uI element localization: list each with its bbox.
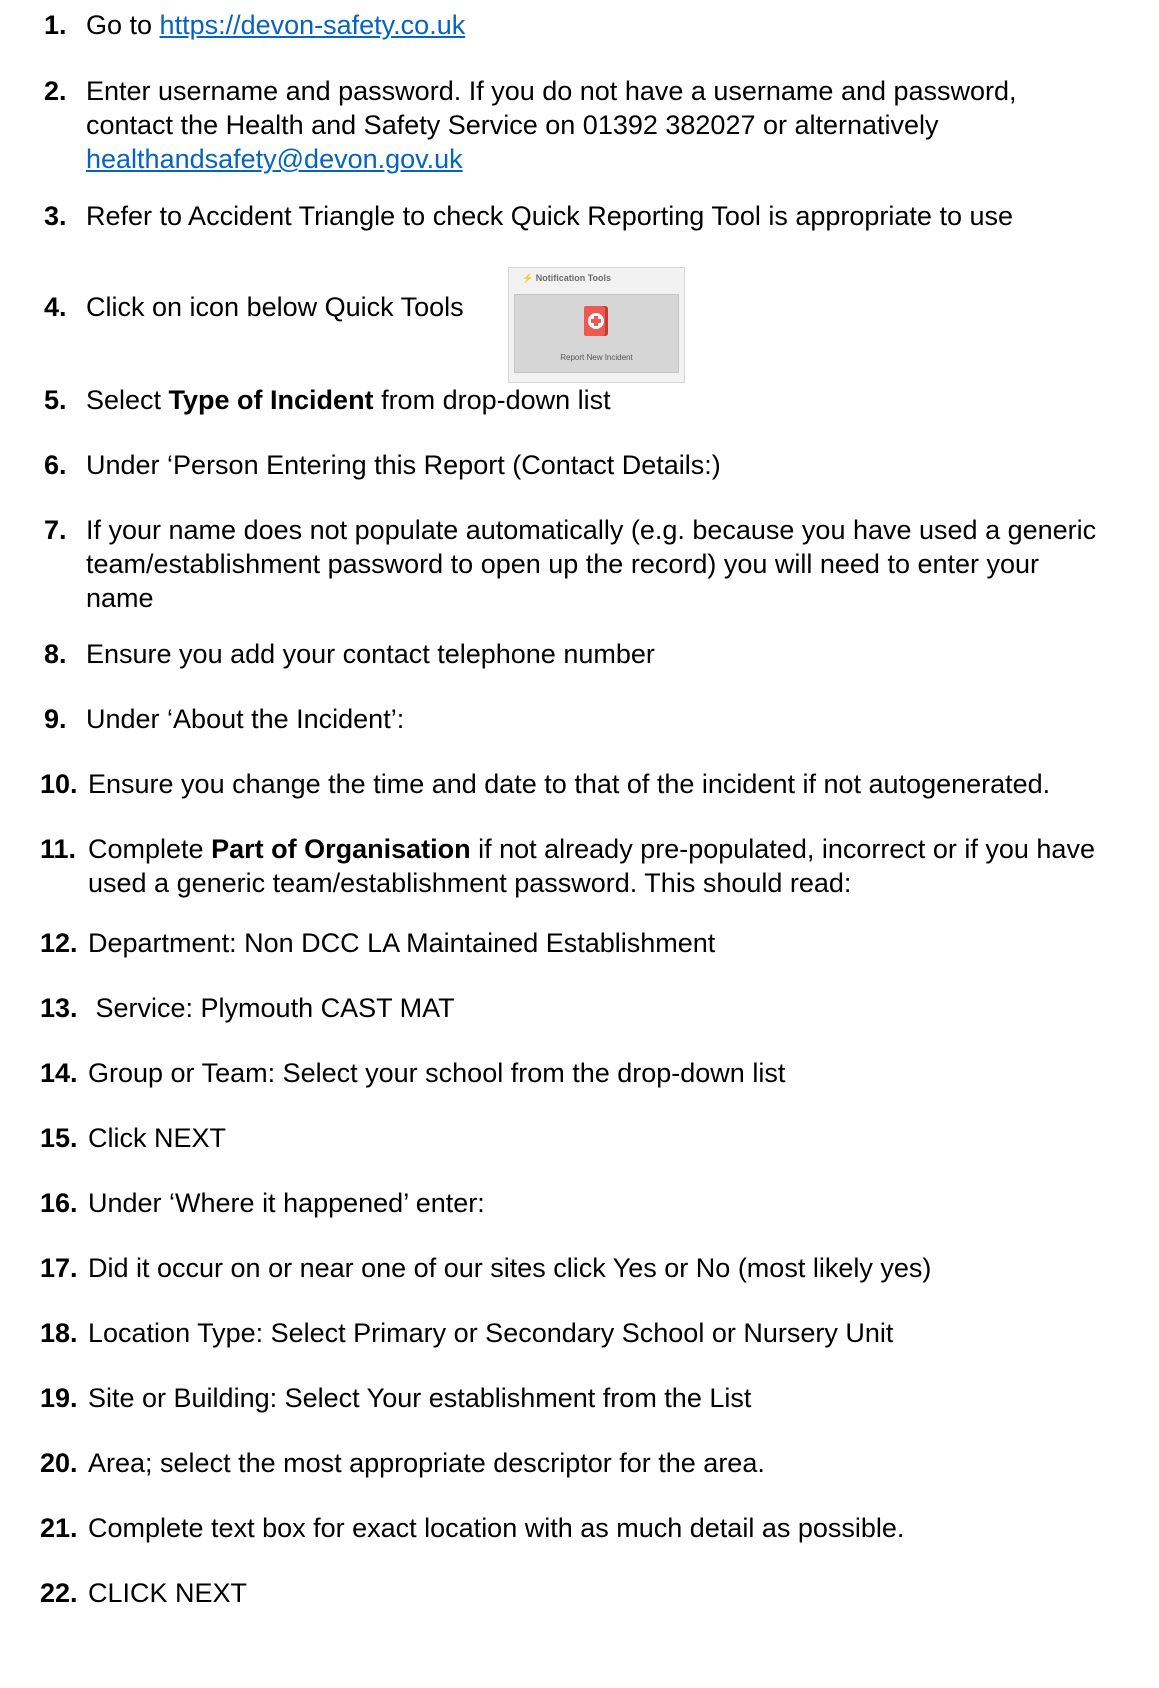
step-2: 2. Enter username and password. If you d… [40, 74, 1120, 176]
step-text: Ensure you change the time and date to t… [88, 769, 1051, 799]
step-number: 4. [44, 292, 67, 322]
step-text: Ensure you add your contact telephone nu… [86, 639, 655, 669]
step-bold-text: Part of Organisation [211, 834, 471, 864]
step-text: Enter username and password. If you do n… [86, 76, 1017, 106]
step-number: 6. [44, 450, 67, 480]
step-number: 7. [44, 515, 67, 545]
step-number: 2. [44, 76, 67, 106]
step-text: Area; select the most appropriate descri… [88, 1448, 765, 1478]
step-text: Select [86, 385, 169, 415]
step-text: Complete text box for exact location wit… [88, 1513, 905, 1543]
step-number: 13. [40, 993, 78, 1023]
step-text: Service: Plymouth CAST MAT [88, 993, 455, 1023]
first-aid-book-icon [584, 306, 608, 336]
website-link[interactable]: https://devon-safety.co.uk [160, 10, 466, 40]
step-text: Complete [88, 834, 212, 864]
step-number: 16. [40, 1188, 78, 1218]
step-21: 21. Complete text box for exact location… [40, 1511, 1120, 1545]
step-number: 11. [40, 834, 77, 864]
step-text: Click NEXT [88, 1123, 227, 1153]
step-number: 21. [40, 1513, 78, 1543]
step-number: 19. [40, 1383, 78, 1413]
step-text: Under ‘About the Incident’: [86, 704, 405, 734]
step-bold-text: Type of Incident [168, 385, 374, 415]
step-number: 20. [40, 1448, 78, 1478]
step-14: 14. Group or Team: Select your school fr… [40, 1056, 1120, 1090]
notification-tools-card: ⚡ Notification Tools Report New Incident [508, 267, 685, 383]
step-text: Location Type: Select Primary or Seconda… [88, 1318, 894, 1348]
step-13: 13. Service: Plymouth CAST MAT [40, 991, 1120, 1025]
step-text-line-3: name [86, 583, 154, 613]
step-text: Site or Building: Select Your establishm… [88, 1383, 752, 1413]
step-17: 17. Did it occur on or near one of our s… [40, 1251, 1120, 1285]
step-20: 20. Area; select the most appropriate de… [40, 1446, 1120, 1480]
step-text: Under ‘Where it happened’ enter: [88, 1188, 485, 1218]
step-15: 15. Click NEXT [40, 1121, 1120, 1155]
step-number: 12. [40, 928, 78, 958]
step-text: If your name does not populate automatic… [86, 515, 1097, 545]
step-text: Under ‘Person Entering this Report (Cont… [86, 450, 721, 480]
step-text: Group or Team: Select your school from t… [88, 1058, 786, 1088]
step-number: 5. [44, 385, 67, 415]
step-1: 1. Go to https://devon-safety.co.uk [40, 8, 1120, 42]
report-new-incident-label: Report New Incident [560, 353, 633, 362]
step-text: Department: Non DCC LA Maintained Establ… [88, 928, 716, 958]
step-text: Refer to Accident Triangle to check Quic… [86, 201, 1014, 231]
step-text-line-2: team/establishment password to open up t… [86, 549, 1040, 579]
step-text-line-2: contact the Health and Safety Service on… [86, 110, 939, 140]
notification-tools-header: ⚡ Notification Tools [522, 273, 612, 283]
medical-cross-icon [588, 313, 604, 329]
step-12: 12. Department: Non DCC LA Maintained Es… [40, 926, 1120, 960]
step-8: 8. Ensure you add your contact telephone… [40, 637, 1120, 671]
report-new-incident-button[interactable]: Report New Incident [514, 294, 679, 373]
step-22: 22. CLICK NEXT [40, 1576, 1120, 1610]
step-number: 1. [44, 10, 67, 40]
step-text-end: if not already pre-populated, incorrect … [470, 834, 1095, 864]
step-3: 3. Refer to Accident Triangle to check Q… [40, 199, 1120, 233]
step-text-line-2: used a generic team/establishment passwo… [88, 868, 852, 898]
step-6: 6. Under ‘Person Entering this Report (C… [40, 448, 1120, 482]
step-5: 5. Select Type of Incident from drop-dow… [40, 383, 1120, 417]
step-text: Did it occur on or near one of our sites… [88, 1253, 932, 1283]
step-text-end: from drop-down list [373, 385, 611, 415]
step-11: 11. Complete Part of Organisation if not… [40, 832, 1120, 900]
step-number: 14. [40, 1058, 78, 1088]
step-18: 18. Location Type: Select Primary or Sec… [40, 1316, 1120, 1350]
step-number: 17. [40, 1253, 78, 1283]
step-text: Go to [86, 10, 160, 40]
email-link[interactable]: healthandsafety@devon.gov.uk [86, 144, 463, 174]
step-number: 10. [40, 769, 78, 799]
step-number: 3. [44, 201, 67, 231]
step-number: 8. [44, 639, 67, 669]
step-16: 16. Under ‘Where it happened’ enter: [40, 1186, 1120, 1220]
step-number: 22. [40, 1578, 78, 1608]
step-7: 7. If your name does not populate automa… [40, 513, 1120, 615]
step-10: 10. Ensure you change the time and date … [40, 767, 1120, 801]
step-number: 9. [44, 704, 67, 734]
step-19: 19. Site or Building: Select Your establ… [40, 1381, 1120, 1415]
step-text: CLICK NEXT [88, 1578, 248, 1608]
step-9: 9. Under ‘About the Incident’: [40, 702, 1120, 736]
step-number: 18. [40, 1318, 78, 1348]
step-number: 15. [40, 1123, 78, 1153]
